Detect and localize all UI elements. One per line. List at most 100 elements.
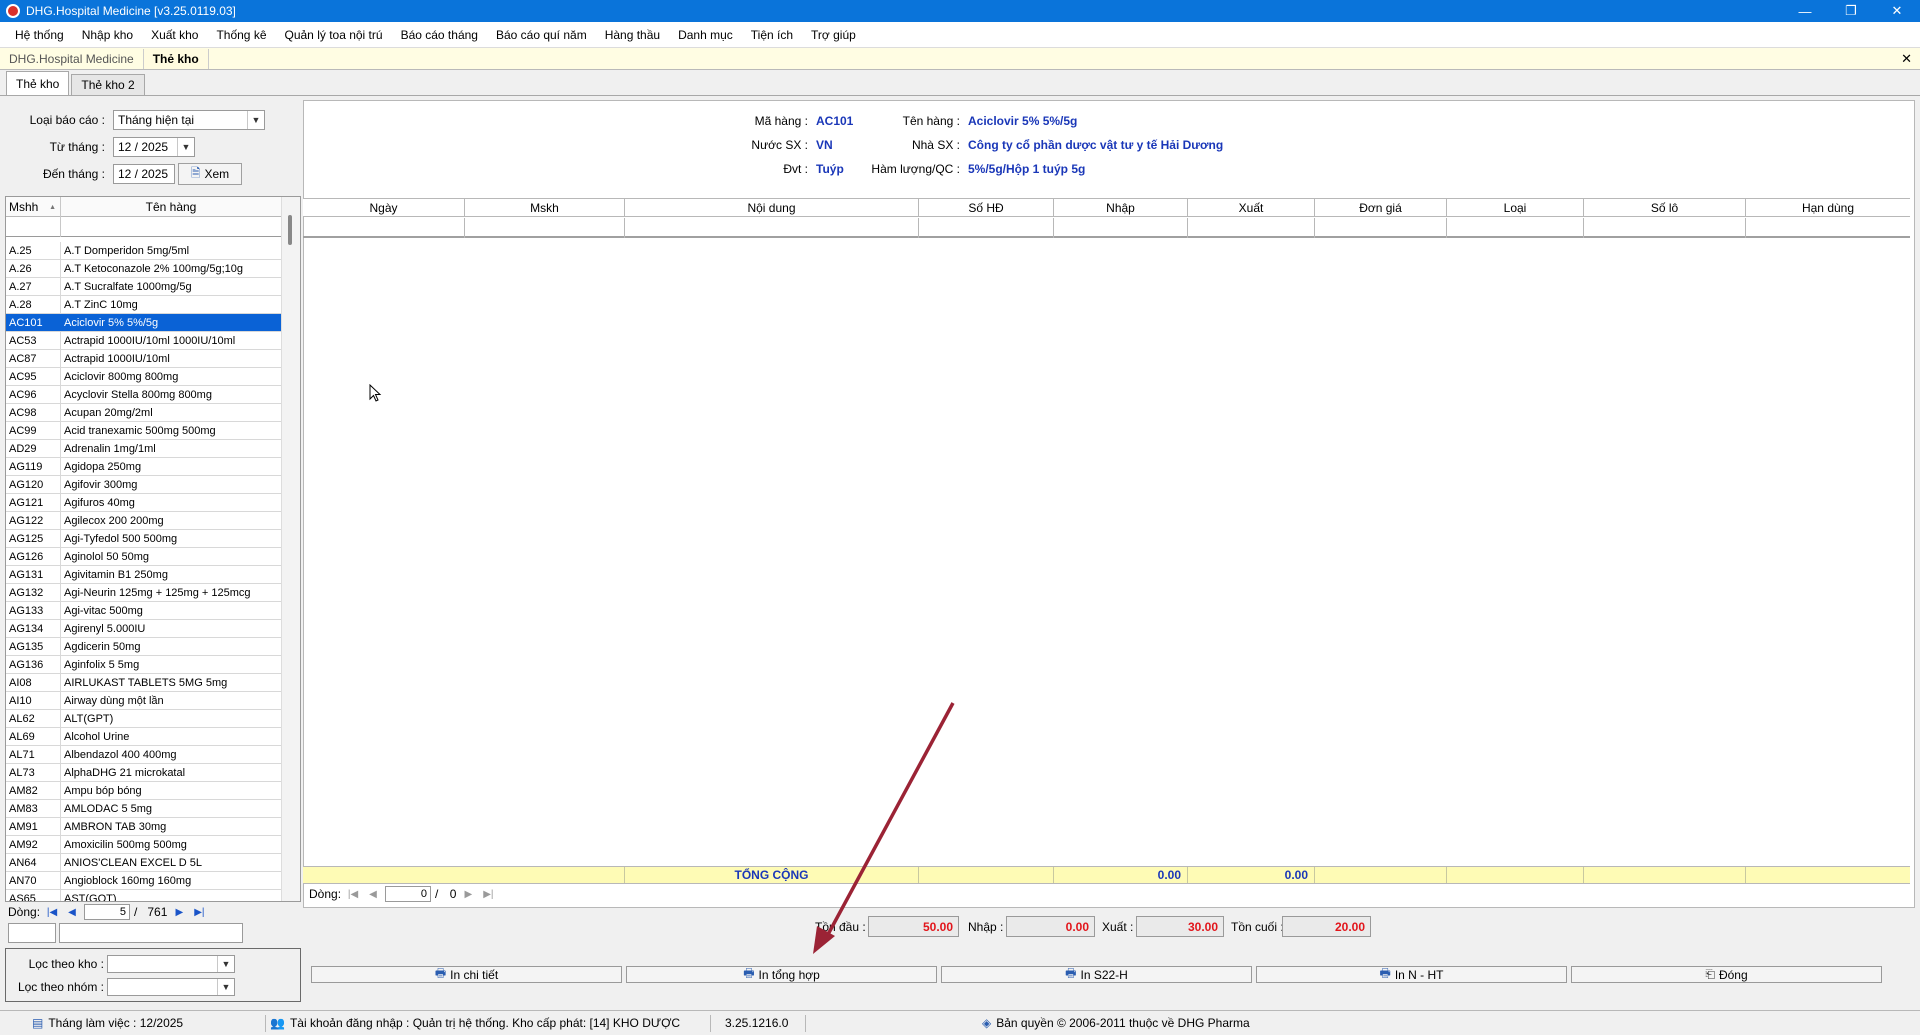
tab-the-kho[interactable]: Thẻ kho — [6, 71, 70, 95]
table-row[interactable]: AC101 Aciclovir 5% 5%/5g — [6, 314, 282, 332]
table-row[interactable]: AG135 Agdicerin 50mg — [6, 638, 282, 656]
filter-mskh[interactable] — [465, 218, 625, 238]
filter-so-hd[interactable] — [919, 218, 1054, 238]
prev-page-icon[interactable]: ◀ — [64, 905, 80, 919]
col-han-dung[interactable]: Hạn dùng — [1746, 199, 1910, 216]
filter-noi-dung[interactable] — [625, 218, 919, 238]
col-nhap[interactable]: Nhập — [1054, 199, 1188, 216]
chevron-down-icon[interactable]: ▼ — [177, 138, 194, 156]
table-row[interactable]: AN64 ANIOS'CLEAN EXCEL D 5L — [6, 854, 282, 872]
col-so-lo[interactable]: Số lô — [1584, 199, 1746, 216]
filter-ten-hang-input[interactable] — [61, 217, 282, 237]
table-row[interactable]: AG125 Agi-Tyfedol 500 500mg — [6, 530, 282, 548]
table-row[interactable]: A.26 A.T Ketoconazole 2% 100mg/5g;10g — [6, 260, 282, 278]
table-row[interactable]: AI10 Airway dùng một lần — [6, 692, 282, 710]
table-row[interactable]: AL62 ALT(GPT) — [6, 710, 282, 728]
col-so-hd[interactable]: Số HĐ — [919, 199, 1054, 216]
tab-the-kho-2[interactable]: Thẻ kho 2 — [71, 74, 145, 95]
table-row[interactable]: A.27 A.T Sucralfate 1000mg/5g — [6, 278, 282, 296]
table-row[interactable]: AL69 Alcohol Urine — [6, 728, 282, 746]
menu-tien-ich[interactable]: Tiện ích — [742, 28, 802, 42]
table-row[interactable]: AG133 Agi-vitac 500mg — [6, 602, 282, 620]
restore-button[interactable]: ❐ — [1828, 0, 1874, 22]
doc-tab-the-kho[interactable]: Thẻ kho — [143, 49, 209, 69]
table-row[interactable]: AG120 Agifovir 300mg — [6, 476, 282, 494]
dong-button[interactable]: ⎗ Đóng — [1571, 966, 1882, 983]
table-row[interactable]: AG136 Aginfolix 5 5mg — [6, 656, 282, 674]
col-mshh[interactable]: Mshh ▲ — [6, 197, 61, 217]
table-row[interactable]: AM91 AMBRON TAB 30mg — [6, 818, 282, 836]
table-row[interactable]: AG134 Agirenyl 5.000IU — [6, 620, 282, 638]
menu-danh-muc[interactable]: Danh mục — [669, 28, 742, 42]
table-row[interactable]: AC98 Acupan 20mg/2ml — [6, 404, 282, 422]
table-row[interactable]: AI08 AIRLUKAST TABLETS 5MG 5mg — [6, 674, 282, 692]
current-row-input[interactable]: 5 — [84, 904, 131, 920]
col-mskh[interactable]: Mskh — [465, 199, 625, 216]
filter-xuat[interactable] — [1188, 218, 1315, 238]
table-row[interactable]: AL73 AlphaDHG 21 microkatal — [6, 764, 282, 782]
menu-xuat-kho[interactable]: Xuất kho — [142, 28, 207, 42]
table-row[interactable]: AG119 Agidopa 250mg — [6, 458, 282, 476]
menu-nhap-kho[interactable]: Nhập kho — [73, 28, 142, 42]
prev-page-icon[interactable]: ◀ — [365, 887, 381, 901]
col-loai[interactable]: Loại — [1447, 199, 1584, 216]
menu-thong-ke[interactable]: Thống kê — [207, 28, 275, 42]
filter-ngay[interactable] — [303, 218, 465, 238]
col-ten-hang[interactable]: Tên hàng — [61, 197, 282, 217]
menu-he-thong[interactable]: Hệ thống — [6, 28, 73, 42]
table-row[interactable]: AM82 Ampu bóp bóng — [6, 782, 282, 800]
quick-code-input[interactable] — [8, 923, 56, 943]
table-row[interactable]: AN70 Angioblock 160mg 160mg — [6, 872, 282, 890]
col-xuat[interactable]: Xuất — [1188, 199, 1315, 216]
chevron-down-icon[interactable]: ▼ — [247, 111, 264, 129]
next-page-icon[interactable]: ▶ — [460, 887, 476, 901]
menu-bao-cao-thang[interactable]: Báo cáo tháng — [392, 28, 487, 42]
table-row[interactable]: AC87 Actrapid 1000IU/10ml — [6, 350, 282, 368]
first-page-icon[interactable]: |◀ — [345, 887, 361, 901]
menu-tro-giup[interactable]: Trợ giúp — [802, 28, 865, 42]
table-row[interactable]: AC96 Acyclovir Stella 800mg 800mg — [6, 386, 282, 404]
filter-so-lo[interactable] — [1584, 218, 1746, 238]
filter-group-select[interactable]: ▼ — [107, 978, 235, 996]
quick-name-input[interactable] — [59, 923, 243, 943]
last-page-icon[interactable]: ▶| — [191, 905, 207, 919]
close-tab-icon[interactable]: ✕ — [1901, 51, 1912, 67]
in-s22h-button[interactable]: 🖶 In S22-H — [941, 966, 1252, 983]
col-ngay[interactable]: Ngày — [303, 199, 465, 216]
table-row[interactable]: AS65 AST(GOT) — [6, 890, 282, 901]
report-type-select[interactable]: Tháng hiện tại ▼ — [113, 110, 265, 130]
minimize-button[interactable]: — — [1782, 0, 1828, 22]
from-month-picker[interactable]: 12 / 2025 ▼ — [113, 137, 195, 157]
table-row[interactable]: AC99 Acid tranexamic 500mg 500mg — [6, 422, 282, 440]
filter-han-dung[interactable] — [1746, 218, 1910, 238]
filter-nhap[interactable] — [1054, 218, 1188, 238]
filter-warehouse-select[interactable]: ▼ — [107, 955, 235, 973]
table-row[interactable]: AD29 Adrenalin 1mg/1ml — [6, 440, 282, 458]
in-chi-tiet-button[interactable]: 🖶 In chi tiết — [311, 966, 622, 983]
table-row[interactable]: AL71 Albendazol 400 400mg — [6, 746, 282, 764]
table-row[interactable]: A.28 A.T ZinC 10mg — [6, 296, 282, 314]
filter-mshh-input[interactable] — [6, 217, 61, 237]
menu-bao-cao-qui-nam[interactable]: Báo cáo quí năm — [487, 28, 596, 42]
product-grid-scrollbar[interactable] — [281, 197, 300, 901]
table-row[interactable]: AG132 Agi-Neurin 125mg + 125mg + 125mcg — [6, 584, 282, 602]
in-tong-hop-button[interactable]: 🖶 In tổng hợp — [626, 966, 937, 983]
next-page-icon[interactable]: ▶ — [171, 905, 187, 919]
table-row[interactable]: A.25 A.T Domperidon 5mg/5ml — [6, 242, 282, 260]
menu-quan-ly-toa[interactable]: Quản lý toa nội trú — [276, 28, 392, 42]
chevron-down-icon[interactable]: ▼ — [217, 979, 234, 995]
xem-button[interactable]: 🗎 Xem — [178, 163, 242, 185]
table-row[interactable]: AM92 Amoxicilin 500mg 500mg — [6, 836, 282, 854]
chevron-down-icon[interactable]: ▼ — [217, 956, 234, 972]
menu-hang-thau[interactable]: Hàng thầu — [596, 28, 669, 42]
to-month-picker[interactable]: 12 / 2025 — [113, 164, 175, 184]
first-page-icon[interactable]: |◀ — [44, 905, 60, 919]
last-page-icon[interactable]: ▶| — [480, 887, 496, 901]
table-row[interactable]: AG121 Agifuros 40mg — [6, 494, 282, 512]
filter-don-gia[interactable] — [1315, 218, 1447, 238]
col-noi-dung[interactable]: Nội dung — [625, 199, 919, 216]
doc-tab-home[interactable]: DHG.Hospital Medicine — [0, 49, 144, 69]
table-row[interactable]: AG131 Agivitamin B1 250mg — [6, 566, 282, 584]
current-row-input[interactable]: 0 — [385, 886, 432, 902]
table-row[interactable]: AC53 Actrapid 1000IU/10ml 1000IU/10ml — [6, 332, 282, 350]
